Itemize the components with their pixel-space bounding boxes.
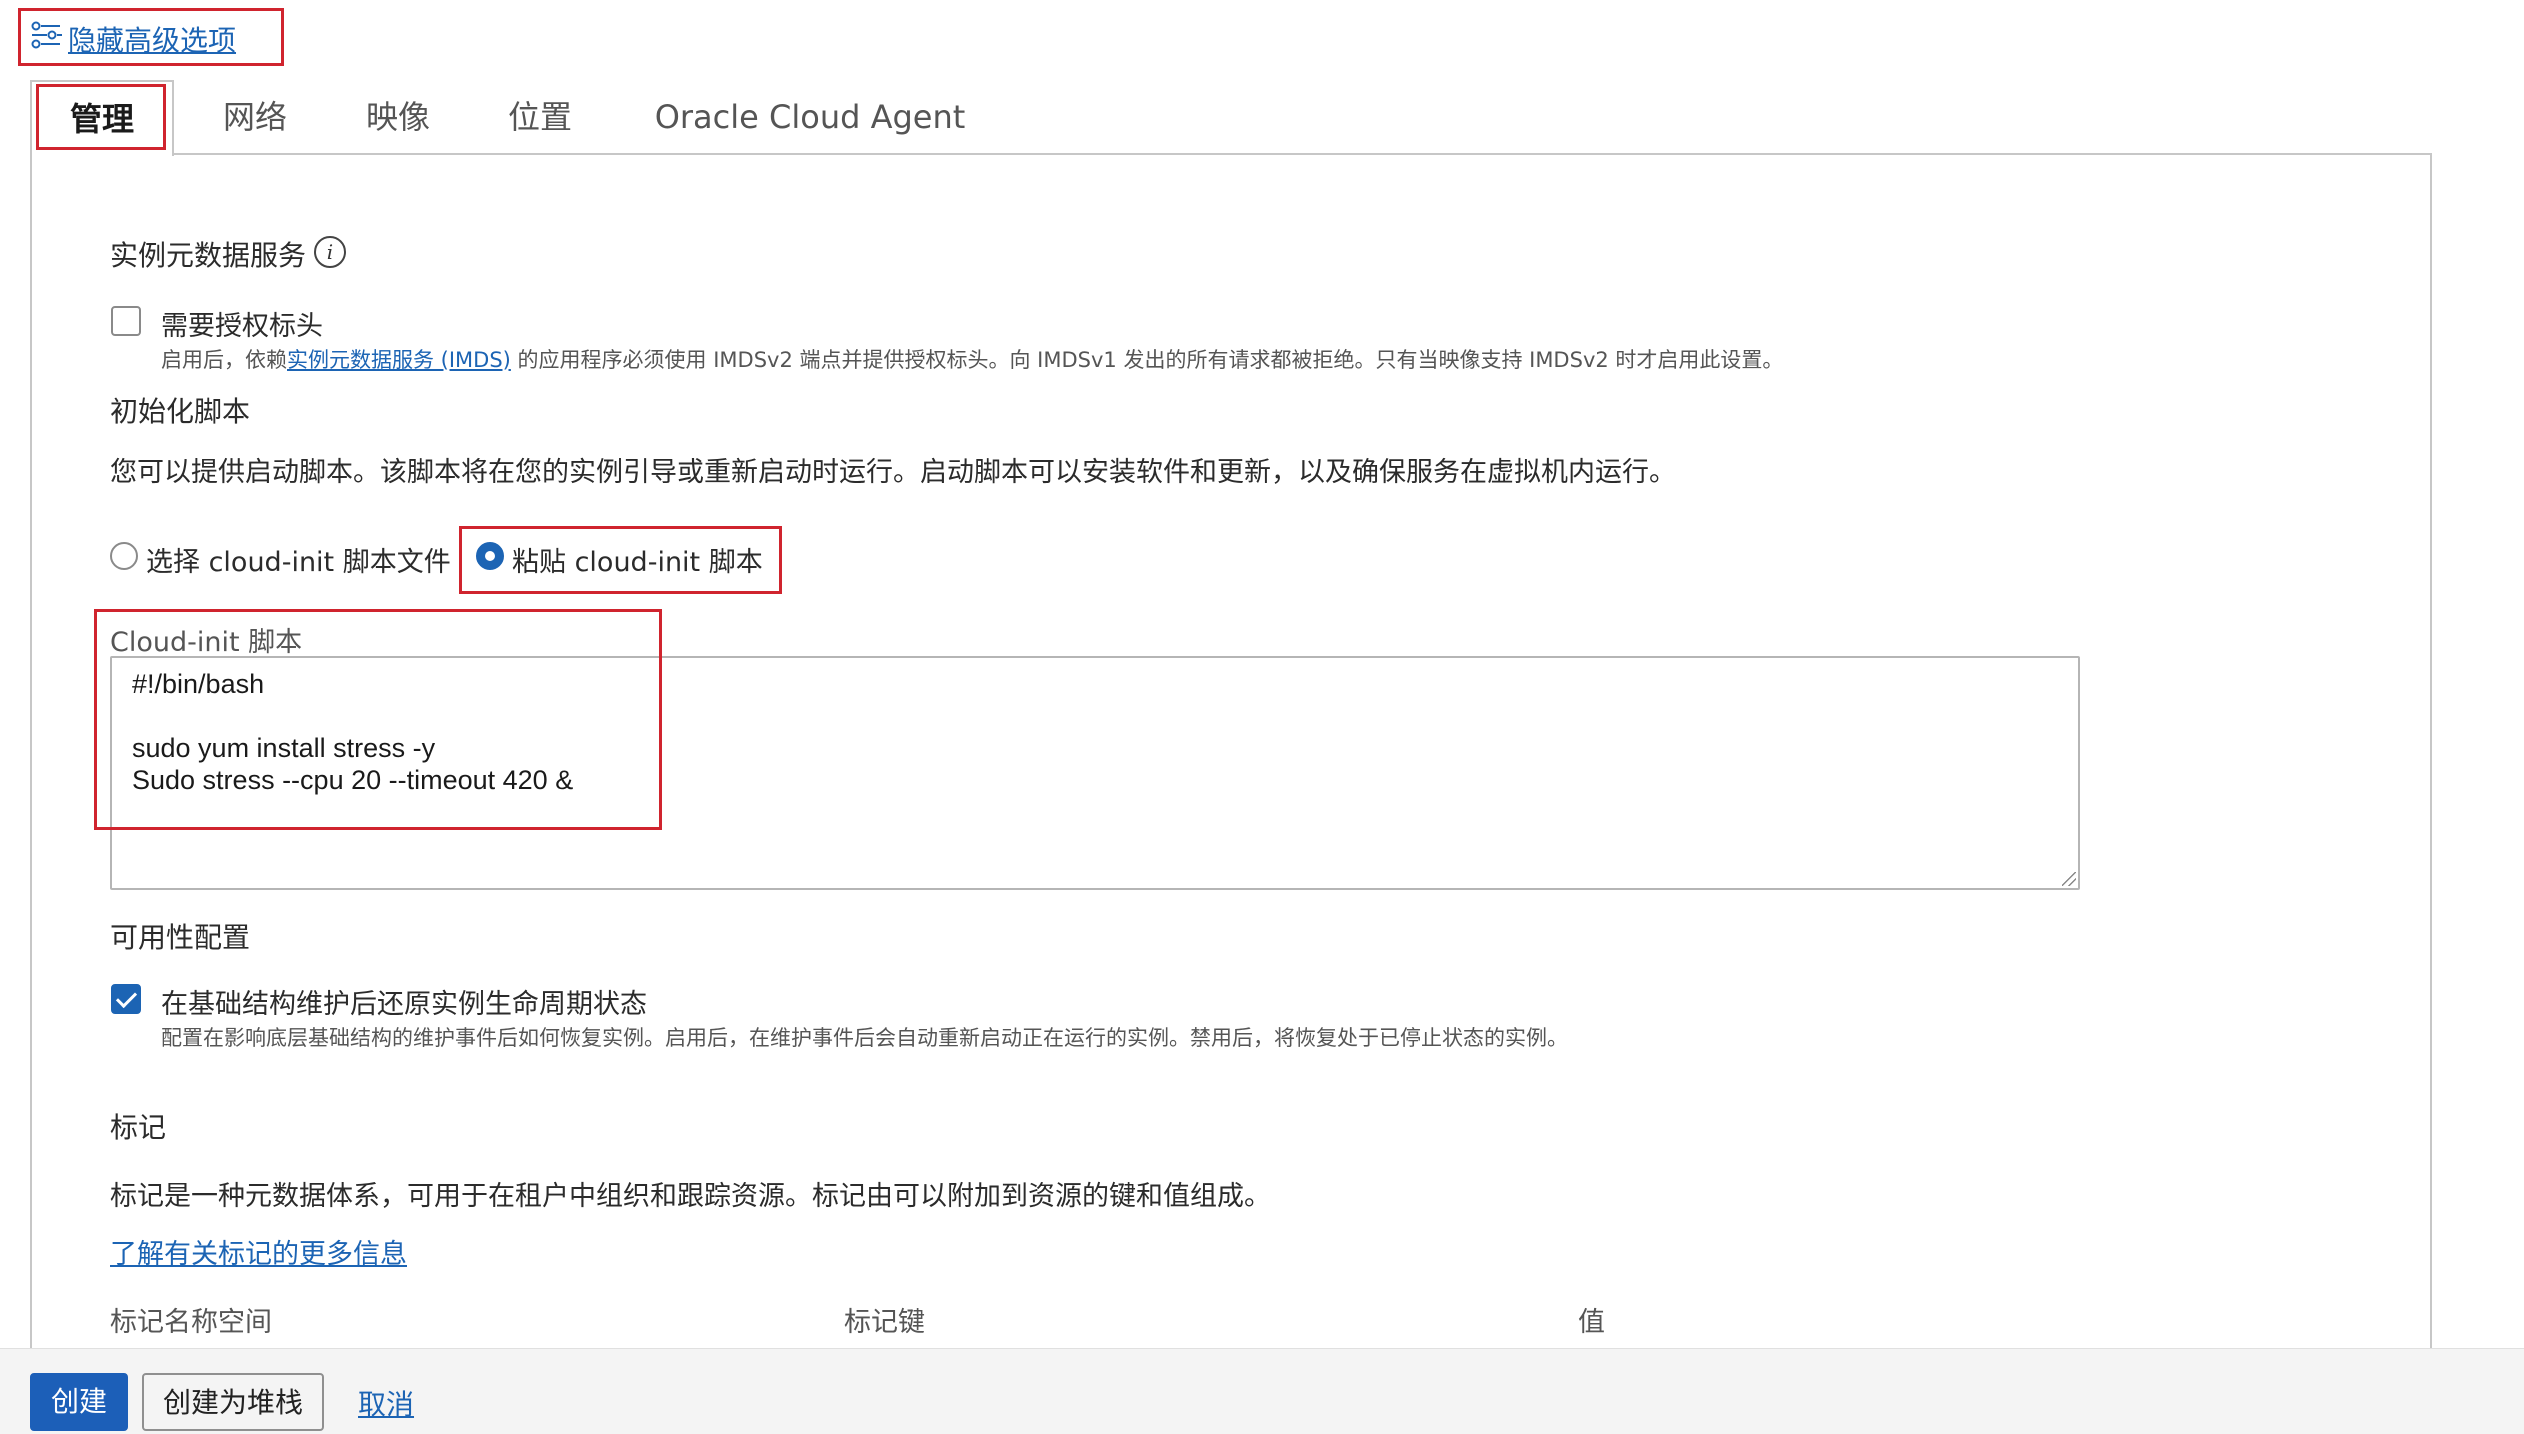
require-auth-header-label: 需要授权标头: [161, 311, 323, 342]
imds-help-prefix: 启用后，依赖: [161, 348, 287, 372]
tab-network[interactable]: 网络: [205, 80, 305, 154]
restore-lifecycle-checkbox[interactable]: [111, 984, 141, 1014]
hide-advanced-options-link[interactable]: 隐藏高级选项: [30, 18, 236, 59]
tab-image[interactable]: 映像: [348, 80, 448, 154]
textarea-resize-handle[interactable]: [2062, 872, 2076, 886]
cancel-link[interactable]: 取消: [358, 1383, 414, 1423]
cloud-init-script-textarea[interactable]: #!/bin/bash sudo yum install stress -y S…: [110, 656, 2080, 890]
create-stack-button[interactable]: 创建为堆栈: [142, 1373, 324, 1431]
tag-namespace-header: 标记名称空间: [110, 1307, 272, 1338]
hide-advanced-options-label: 隐藏高级选项: [68, 23, 237, 57]
availability-help-text: 配置在影响底层基础结构的维护事件后如何恢复实例。启用后，在维护事件后会自动重新启…: [161, 1026, 1568, 1050]
imds-help-text: 启用后，依赖实例元数据服务 (IMDS) 的应用程序必须使用 IMDSv2 端点…: [161, 344, 1783, 374]
tags-description: 标记是一种元数据体系，可用于在租户中组织和跟踪资源。标记由可以附加到资源的键和值…: [110, 1181, 1271, 1212]
imds-section-title: 实例元数据服务: [110, 239, 307, 272]
tag-key-header: 标记键: [844, 1307, 925, 1338]
tag-value-header: 值: [1578, 1307, 1605, 1338]
tab-oracle-cloud-agent[interactable]: Oracle Cloud Agent: [630, 80, 990, 154]
require-auth-header-checkbox[interactable]: [111, 306, 141, 336]
create-button[interactable]: 创建: [30, 1373, 128, 1431]
init-script-description: 您可以提供启动脚本。该脚本将在您的实例引导或重新启动时运行。启动脚本可以安装软件…: [110, 457, 1676, 488]
restore-lifecycle-label: 在基础结构维护后还原实例生命周期状态: [161, 989, 647, 1020]
tab-bar: 管理 网络 映像 位置 Oracle Cloud Agent: [30, 80, 2430, 156]
footer-bar: 创建 创建为堆栈 取消: [0, 1348, 2524, 1434]
tags-title: 标记: [110, 1111, 167, 1144]
radio-choose-file-label[interactable]: 选择 cloud-init 脚本文件: [146, 540, 451, 579]
cloud-init-field-label: Cloud-init 脚本: [110, 627, 303, 658]
tab-management[interactable]: 管理: [30, 80, 174, 156]
availability-title: 可用性配置: [110, 921, 251, 954]
tab-placement[interactable]: 位置: [490, 80, 590, 154]
radio-choose-file[interactable]: [110, 542, 138, 570]
init-script-title: 初始化脚本: [110, 395, 251, 428]
imds-help-suffix: 的应用程序必须使用 IMDSv2 端点并提供授权标头。向 IMDSv1 发出的所…: [510, 348, 1784, 372]
imds-link[interactable]: 实例元数据服务 (IMDS): [287, 348, 511, 372]
info-icon[interactable]: i: [314, 236, 346, 268]
page: 隐藏高级选项 管理 网络 映像 位置 Oracle Cloud Agent 实例…: [0, 0, 2524, 1434]
radio-paste-script[interactable]: [476, 542, 504, 570]
sliders-icon: [30, 18, 68, 59]
radio-paste-script-label[interactable]: 粘贴 cloud-init 脚本: [512, 540, 763, 579]
tags-learn-more-link[interactable]: 了解有关标记的更多信息: [110, 1232, 407, 1271]
